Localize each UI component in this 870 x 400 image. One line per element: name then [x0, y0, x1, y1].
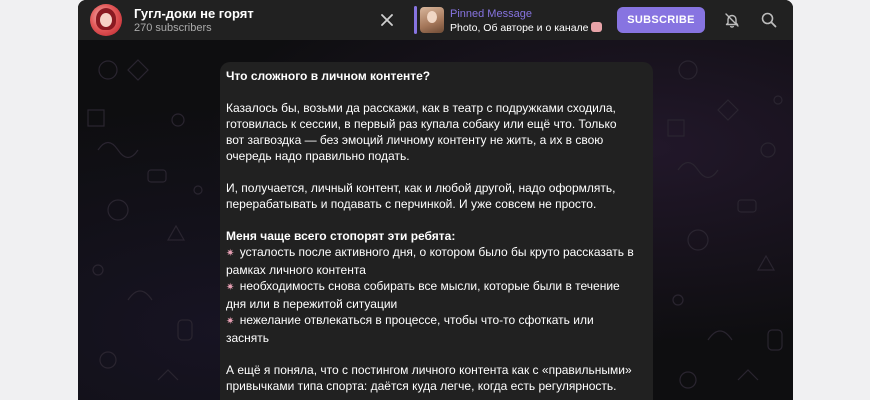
message-text-line: А ещё я поняла, что с постингом личного … — [226, 363, 632, 377]
star-icon: ✷ — [226, 282, 235, 293]
list-item: ✷ усталость после активного дня, о котор… — [226, 245, 634, 259]
list-item: ✷ необходимость снова собирать все мысли… — [226, 279, 620, 293]
subscribe-button[interactable]: SUBSCRIBE — [617, 7, 705, 33]
channel-title[interactable]: Гугл-доки не горят — [134, 6, 254, 21]
list-item-continuation: рамках личного контента — [226, 263, 366, 277]
close-icon[interactable] — [378, 11, 396, 29]
pinned-text[interactable]: Photo, Об авторе и о канале — [450, 22, 602, 35]
message-text-line: привычками типа спорта: даётся куда легч… — [226, 379, 617, 393]
star-icon: ✷ — [226, 316, 235, 327]
message-text-line: готовилась к сессии, в первый раз купала… — [226, 117, 617, 131]
list-item: ✷ нежелание отвлекаться в процессе, чтоб… — [226, 313, 594, 327]
list-heading: Меня чаще всего стопорят эти ребята: — [226, 229, 456, 243]
emoji-icon — [590, 22, 602, 32]
channel-avatar[interactable] — [90, 4, 122, 36]
star-icon: ✷ — [226, 248, 235, 259]
channel-subscribers: 270 subscribers — [134, 22, 212, 34]
pinned-thumbnail[interactable] — [420, 7, 444, 33]
pinned-indicator — [414, 6, 417, 34]
pinned-title[interactable]: Pinned Message — [450, 8, 532, 21]
message-bubble[interactable]: Что сложного в личном контенте? Казалось… — [220, 62, 653, 400]
message-text-line: вот загвоздка — без эмоций личному конте… — [226, 133, 604, 147]
message-text-line: Казалось бы, возьми да расскажи, как в т… — [226, 101, 616, 115]
message-text-line: очередь надо правильно подать. — [226, 149, 410, 163]
message-text-line: перерабатывать и подавать с перчинкой. И… — [226, 197, 597, 211]
telegram-window: Гугл-доки не горят 270 subscribers Pinne… — [78, 0, 793, 400]
bell-off-icon[interactable] — [723, 11, 741, 29]
list-item-continuation: дня или в пережитой ситуации — [226, 297, 398, 311]
list-item-continuation: заснять — [226, 331, 270, 345]
chat-background: Что сложного в личном контенте? Казалось… — [78, 40, 793, 400]
search-icon[interactable] — [760, 11, 778, 29]
message-heading: Что сложного в личном контенте? — [226, 69, 431, 83]
message-text-line: И, получается, личный контент, как и люб… — [226, 181, 616, 195]
chat-header: Гугл-доки не горят 270 subscribers Pinne… — [78, 0, 793, 40]
